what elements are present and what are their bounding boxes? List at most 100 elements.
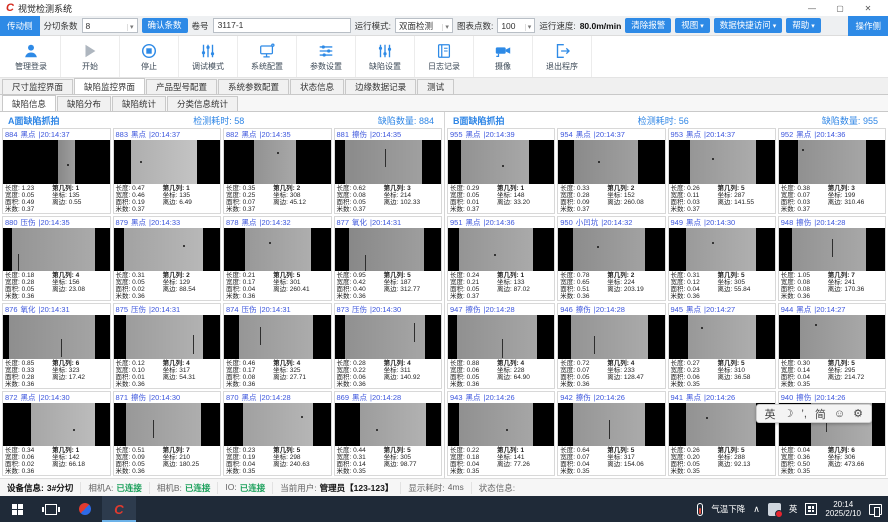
main-tab-4[interactable]: 状态信息 — [290, 79, 344, 94]
main-tab-2[interactable]: 产品型号配置 — [146, 79, 217, 94]
defect-card[interactable]: 871 擦伤 |20:14:30 长度: 0.51宽度: 0.09面积: 0.0… — [113, 391, 222, 477]
defect-card[interactable]: 942 擦伤 |20:14:26 长度: 0.64宽度: 0.07面积: 0.0… — [557, 391, 665, 477]
defect-card[interactable]: 878 黑点 |20:14:32 长度: 0.21宽度: 0.17面积: 0.0… — [223, 216, 332, 302]
defect-card[interactable]: 945 黑点 |20:14:27 长度: 0.27宽度: 0.23面积: 0.0… — [668, 303, 776, 389]
defect-card[interactable]: 955 黑点 |20:14:39 长度: 0.29宽度: 0.05面积: 0.0… — [447, 128, 555, 214]
defect-card[interactable]: 869 黑点 |20:14:28 长度: 0.44宽度: 0.31面积: 0.1… — [334, 391, 443, 477]
hidden-icons-chevron[interactable]: ∧ — [753, 504, 760, 515]
defect-info: 长度: 1.23宽度: 0.05面积: 0.49米数: 0.37 第几列: 1坐… — [3, 184, 110, 213]
defect-image — [114, 403, 221, 447]
action-exit-button[interactable]: 退出程序 — [533, 36, 592, 77]
view-menu-button[interactable]: 视图 — [675, 18, 709, 33]
slit-count-select[interactable]: 8 — [82, 18, 138, 33]
defect-card[interactable]: 877 氧化 |20:14:31 长度: 0.95宽度: 0.42面积: 0.4… — [334, 216, 443, 302]
tray-language[interactable]: 英 — [789, 503, 798, 515]
sub-tab-2[interactable]: 缺陷统计 — [112, 96, 166, 111]
defect-coord: 坐标: 210 — [163, 454, 218, 461]
action-user-button[interactable]: 管理登录 — [2, 36, 61, 77]
action-sliders-v-button[interactable]: 缺陷设置 — [356, 36, 415, 77]
action-monitor-button[interactable]: 系统配置 — [238, 36, 297, 77]
defect-length: 长度: 0.47 — [116, 185, 161, 192]
defect-card[interactable]: 879 黑点 |20:14:33 长度: 0.31宽度: 0.05面积: 0.0… — [113, 216, 222, 302]
ime-moon-icon[interactable]: ☽ — [784, 407, 794, 420]
defect-card[interactable]: 870 黑点 |20:14:28 长度: 0.23宽度: 0.19面积: 0.0… — [223, 391, 332, 477]
help-menu-button[interactable]: 帮助 — [786, 18, 820, 33]
defect-card[interactable]: 876 氧化 |20:14:31 长度: 0.85宽度: 0.33面积: 0.2… — [2, 303, 111, 389]
chart-points-select[interactable]: 100 — [497, 18, 535, 33]
defect-card[interactable]: 953 黑点 |20:14:37 长度: 0.26宽度: 0.11面积: 0.0… — [668, 128, 776, 214]
defect-card[interactable]: 872 黑点 |20:14:30 长度: 0.34宽度: 0.06面积: 0.0… — [2, 391, 111, 477]
operator-side-button[interactable]: 操作侧 — [848, 16, 888, 36]
defect-time: |20:14:33 — [149, 218, 180, 227]
confirm-count-button[interactable]: 确认条数 — [142, 18, 188, 33]
defect-card[interactable]: 882 黑点 |20:14:35 长度: 0.35宽度: 0.25面积: 0.0… — [223, 128, 332, 214]
ime-lang-en[interactable]: 英 — [765, 406, 776, 422]
main-tab-5[interactable]: 边缘数据记录 — [345, 79, 416, 94]
drive-side-button[interactable]: 传动侧 — [0, 16, 40, 36]
main-tab-0[interactable]: 尺寸监控界面 — [2, 79, 73, 94]
main-tab-1[interactable]: 缺陷监控界面 — [74, 78, 145, 94]
defect-length: 长度: 0.34 — [5, 447, 50, 454]
run-mode-select[interactable]: 双面检测 — [395, 18, 453, 33]
sub-tab-0[interactable]: 缺陷信息 — [2, 95, 56, 111]
action-debug-button[interactable]: 调试模式 — [179, 36, 238, 77]
action-stop-button[interactable]: 停止 — [120, 36, 179, 77]
defect-info-left: 长度: 0.44宽度: 0.31面积: 0.14米数: 0.35 — [337, 447, 382, 475]
defect-card[interactable]: 947 擦伤 |20:14:28 长度: 0.88宽度: 0.06面积: 0.0… — [447, 303, 555, 389]
defect-card[interactable]: 875 压伤 |20:14:31 长度: 0.12宽度: 0.10面积: 0.0… — [113, 303, 222, 389]
defect-card[interactable]: 944 黑点 |20:14:27 长度: 0.30宽度: 0.14面积: 0.0… — [778, 303, 886, 389]
defect-card[interactable]: 946 擦伤 |20:14:28 长度: 0.72宽度: 0.07面积: 0.0… — [557, 303, 665, 389]
taskbar-app-vision[interactable]: C — [102, 496, 136, 522]
defect-id: 947 — [450, 305, 463, 314]
defect-type: 压伤 — [242, 304, 257, 315]
sub-tab-1[interactable]: 缺陷分布 — [57, 96, 111, 111]
ime-punct[interactable]: ’, — [801, 408, 807, 420]
ime-toolbar[interactable]: 英 ☽ ’, 简 ☺ ⚙ — [756, 404, 872, 423]
sub-tab-3[interactable]: 分类信息统计 — [167, 96, 238, 111]
action-play-button[interactable]: 开始 — [61, 36, 120, 77]
main-tab-6[interactable]: 测试 — [417, 79, 454, 94]
ime-mode-icon[interactable] — [805, 503, 817, 515]
defect-card[interactable]: 881 擦伤 |20:14:35 长度: 0.62宽度: 0.08面积: 0.0… — [334, 128, 443, 214]
defect-card[interactable]: 873 压伤 |20:14:30 长度: 0.28宽度: 0.22面积: 0.0… — [334, 303, 443, 389]
action-log-button[interactable]: 日志记录 — [415, 36, 474, 77]
defect-card[interactable]: 950 小凹坑 |20:14:32 长度: 0.78宽度: 0.65面积: 0.… — [557, 216, 665, 302]
close-button[interactable]: ✕ — [854, 4, 882, 13]
ime-emoji-icon[interactable]: ☺ — [834, 408, 845, 420]
weather-text[interactable]: 气温下降 — [711, 503, 745, 515]
defect-card[interactable]: 880 压伤 |20:14:35 长度: 0.18宽度: 0.28面积: 0.0… — [2, 216, 111, 302]
task-view-button[interactable] — [34, 496, 68, 522]
defect-card[interactable]: 874 压伤 |20:14:31 长度: 0.46宽度: 0.17面积: 0.0… — [223, 303, 332, 389]
defect-id: 878 — [226, 218, 239, 227]
main-tab-3[interactable]: 系统参数配置 — [218, 79, 289, 94]
defect-card-header: 941 黑点 |20:14:26 — [669, 392, 775, 403]
connected-device-icon[interactable] — [869, 504, 882, 515]
defect-card[interactable]: 883 黑点 |20:14:37 长度: 0.47宽度: 0.46面积: 0.1… — [113, 128, 222, 214]
defect-card[interactable]: 943 黑点 |20:14:26 长度: 0.22宽度: 0.18面积: 0.0… — [447, 391, 555, 477]
roll-number-input[interactable]: 3117-1 — [213, 18, 351, 33]
data-quick-access-button[interactable]: 数据快捷访问 — [714, 18, 782, 33]
defect-time: |20:14:28 — [370, 393, 401, 402]
start-button[interactable] — [0, 496, 34, 522]
defect-card[interactable]: 954 黑点 |20:14:37 长度: 0.33宽度: 0.28面积: 0.0… — [557, 128, 665, 214]
ime-settings-icon[interactable]: ⚙ — [853, 407, 863, 420]
defect-card[interactable]: 884 黑点 |20:14:37 长度: 1.23宽度: 0.05面积: 0.4… — [2, 128, 111, 214]
maximize-button[interactable]: ▢ — [826, 4, 854, 13]
taskbar-clock[interactable]: 20:14 2025/2/10 — [825, 500, 861, 518]
defect-card[interactable]: 952 黑点 |20:14:36 长度: 0.38宽度: 0.07面积: 0.0… — [778, 128, 886, 214]
detect-time-label: 检测耗时: — [638, 116, 677, 126]
defect-edge: 离边: 473.66 — [828, 461, 883, 468]
defect-card[interactable]: 948 擦伤 |20:14:28 长度: 1.05宽度: 0.08面积: 0.0… — [778, 216, 886, 302]
ime-simplified[interactable]: 简 — [815, 406, 826, 422]
camera-a-label: 相机A: — [88, 482, 113, 494]
defect-column: 第几列: 6 — [828, 447, 883, 454]
clear-alarm-button[interactable]: 清除报警 — [625, 18, 671, 33]
defect-card[interactable]: 949 黑点 |20:14:30 长度: 0.31宽度: 0.12面积: 0.0… — [668, 216, 776, 302]
taskbar-app-1[interactable] — [68, 496, 102, 522]
defect-id: 882 — [226, 130, 239, 139]
action-sliders-h-button[interactable]: 参数设置 — [297, 36, 356, 77]
minimize-button[interactable]: — — [798, 4, 826, 13]
notification-badge-icon[interactable] — [768, 503, 781, 516]
action-camera-button[interactable]: 摄像 — [474, 36, 533, 77]
defect-card[interactable]: 951 黑点 |20:14:36 长度: 0.24宽度: 0.21面积: 0.0… — [447, 216, 555, 302]
